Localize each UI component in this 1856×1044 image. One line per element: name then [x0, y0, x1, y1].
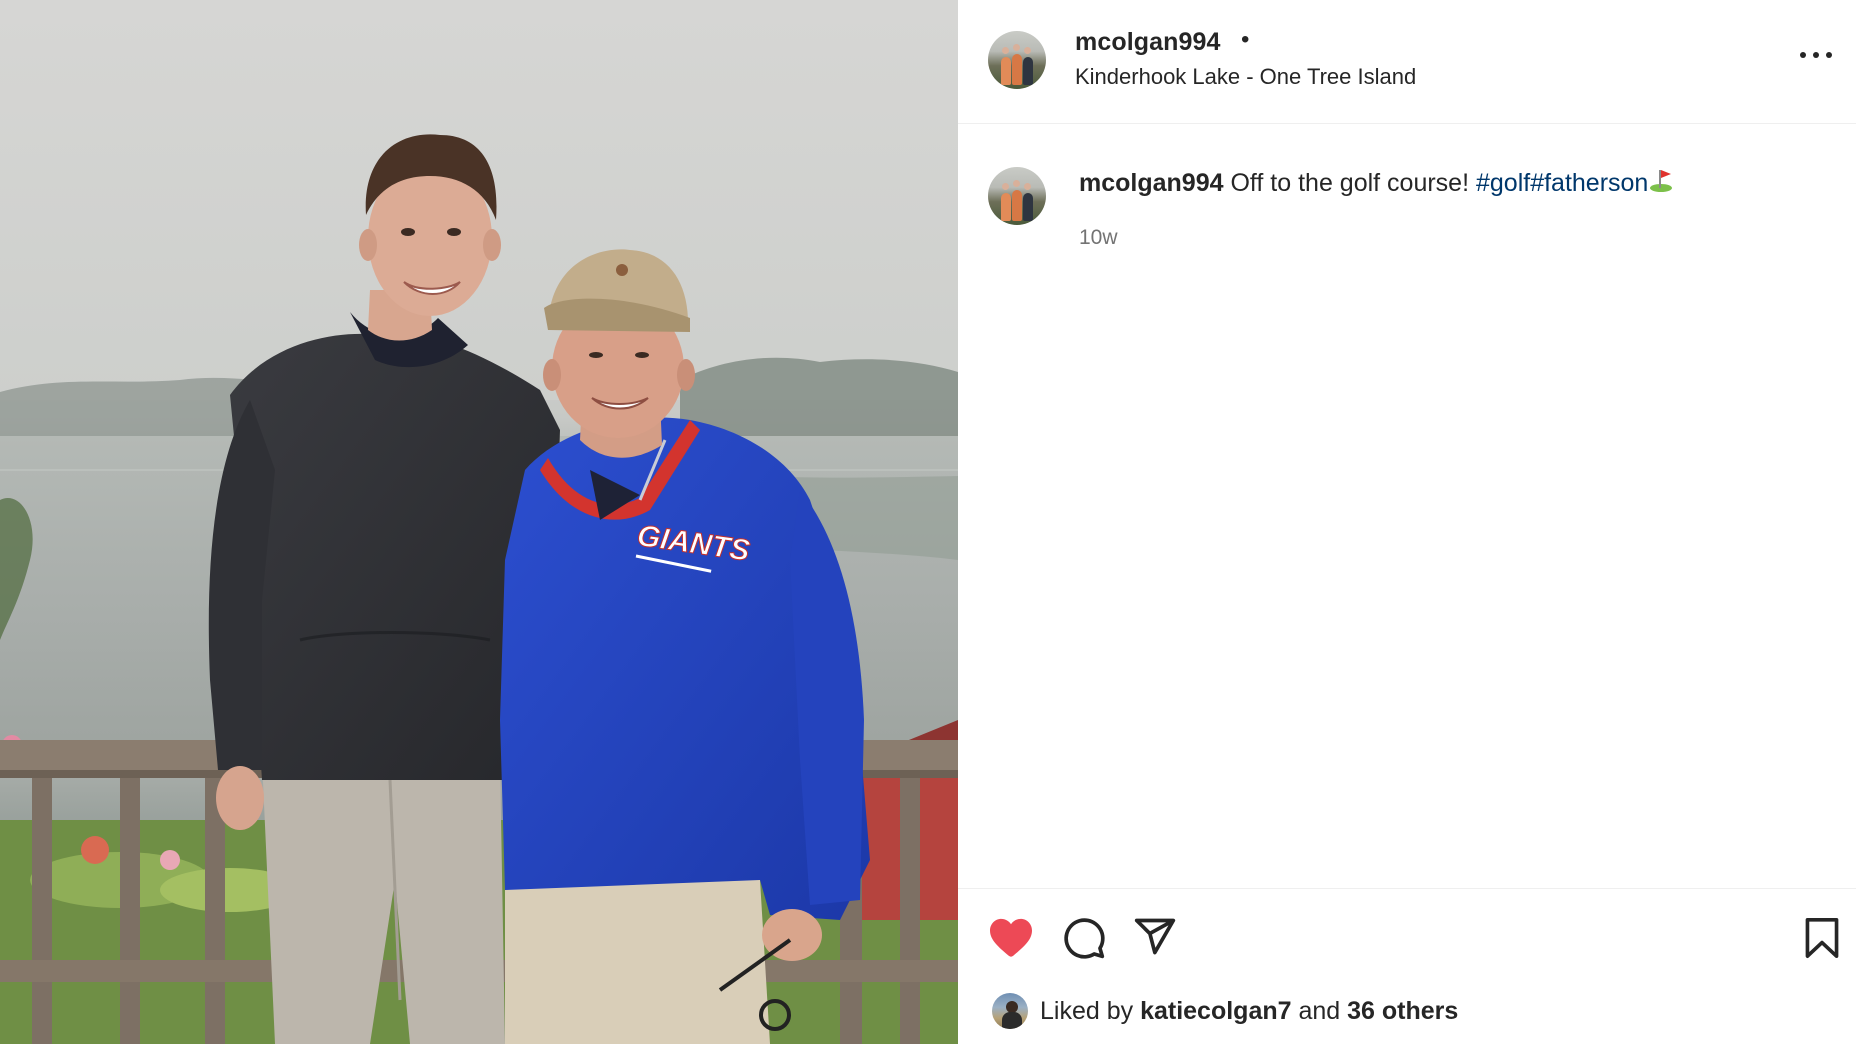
share-icon[interactable]	[1133, 915, 1177, 964]
caption-hashtags[interactable]: #golf#fatherson	[1476, 169, 1648, 197]
more-dot	[1813, 52, 1819, 58]
post-timestamp[interactable]: 10w	[1079, 226, 1118, 250]
avatar-figure	[1023, 57, 1033, 85]
liker-avatar-body	[1002, 1012, 1022, 1029]
post-location[interactable]: Kinderhook Lake - One Tree Island	[1075, 64, 1416, 90]
caption-text: Off to the golf course!	[1230, 169, 1470, 197]
heart-filled-icon[interactable]	[988, 916, 1034, 963]
likes-prefix: Liked by	[1040, 996, 1134, 1025]
more-options-icon[interactable]	[1800, 50, 1832, 60]
liker-avatar[interactable]	[992, 993, 1028, 1029]
avatar-figure-head	[1024, 47, 1031, 54]
author-avatar[interactable]	[988, 31, 1046, 89]
avatar-figure	[1001, 193, 1011, 221]
caption-username[interactable]: mcolgan994	[1079, 169, 1224, 197]
avatar-figure	[1023, 193, 1033, 221]
comment-icon[interactable]	[1062, 916, 1106, 965]
post-header	[958, 0, 1856, 124]
bookmark-icon[interactable]	[1802, 916, 1842, 965]
author-username[interactable]: mcolgan994	[1075, 28, 1221, 57]
likes-text: Liked by katiecolgan7 and 36 others	[1040, 997, 1458, 1026]
likes-others[interactable]: 36 others	[1347, 997, 1458, 1025]
post-modal: GIANTS mcolgan994 • Kinderhook Lake - On…	[0, 0, 1856, 1044]
photo-illustration: GIANTS	[0, 0, 958, 1044]
avatar-figure	[1012, 54, 1022, 85]
liker-username[interactable]: katiecolgan7	[1140, 997, 1291, 1025]
username-separator: •	[1241, 26, 1250, 53]
post-photo[interactable]: GIANTS	[0, 0, 958, 1044]
post-caption: mcolgan994 Off to the golf course! #golf…	[1079, 167, 1819, 199]
more-dot	[1800, 52, 1806, 58]
avatar-figure	[1001, 57, 1011, 85]
post-sidebar	[958, 0, 1856, 1044]
more-dot	[1826, 52, 1832, 58]
avatar-figure-head	[1024, 183, 1031, 190]
avatar-figure-head	[1002, 183, 1009, 190]
avatar-figure-head	[1013, 180, 1020, 187]
avatar-figure-head	[1002, 47, 1009, 54]
avatar-figure-head	[1013, 44, 1020, 51]
likes-conjunction: and	[1298, 996, 1341, 1025]
caption-author-avatar[interactable]	[988, 167, 1046, 225]
likes-summary: Liked by katiecolgan7 and 36 others	[992, 992, 1458, 1030]
avatar-figure	[1012, 190, 1022, 221]
golf-flag-icon	[1648, 167, 1674, 192]
